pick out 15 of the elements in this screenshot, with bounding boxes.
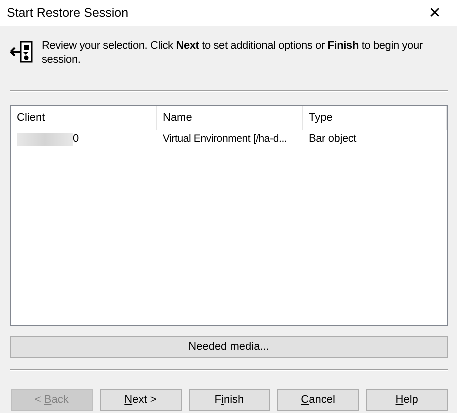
window-title: Start Restore Session: [7, 6, 129, 20]
column-header[interactable]: Client: [11, 106, 157, 130]
instruction-text: Review your selection. Click Next to set additional options or Finish to begin your session.: [42, 39, 424, 67]
dialog-button[interactable]: Next >: [100, 389, 182, 411]
column-header[interactable]: Type: [303, 106, 447, 130]
dialog-button[interactable]: Finish: [188, 389, 270, 411]
needed-media-button[interactable]: Needed media...: [10, 336, 448, 358]
dialog-button[interactable]: Cancel: [277, 389, 360, 411]
table-cell: 0: [73, 133, 79, 145]
table-cell-text: Virtual Environment [/ha-d...: [162, 133, 288, 145]
column-header[interactable]: Name: [157, 106, 303, 130]
table-cell-text: Bar object: [308, 133, 358, 145]
restore-icon: [10, 40, 34, 64]
close-button[interactable]: ✕: [413, 0, 457, 26]
dialog-button[interactable]: Help: [366, 389, 448, 411]
